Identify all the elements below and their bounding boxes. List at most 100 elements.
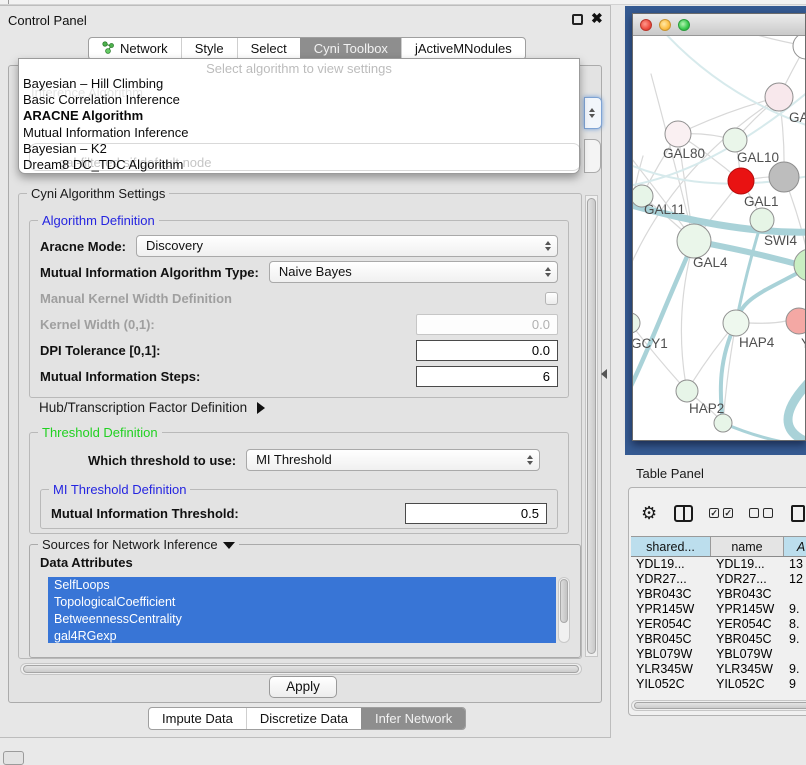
network-canvas[interactable]: GALGAL80GAL10GAL1SWI4GAL11GAL4GCY1HAP4YH… <box>633 36 805 440</box>
column-header-clipped[interactable]: A <box>784 537 806 556</box>
table-row[interactable]: YDR27...YDR27...12 <box>631 572 806 587</box>
mi-threshold-field[interactable]: 0.5 <box>405 503 547 524</box>
split-pane-icon[interactable] <box>674 505 693 522</box>
table-cell: 9. <box>784 602 806 617</box>
network-selector-combo-fragment[interactable] <box>584 139 601 173</box>
aracne-mode-combo[interactable]: Discovery <box>136 235 558 257</box>
algorithm-option[interactable]: Bayesian – Hill Climbing <box>19 76 579 92</box>
collapse-arrow-icon[interactable] <box>223 542 235 549</box>
table-row[interactable]: YBR043CYBR043C <box>631 587 806 602</box>
mi-type-combo[interactable]: Naive Bayes <box>269 261 558 283</box>
dpi-tolerance-field[interactable]: 0.0 <box>416 340 558 361</box>
network-node[interactable] <box>750 208 774 232</box>
table-horizontal-scrollbar[interactable] <box>631 700 806 711</box>
deselect-all-icon[interactable] <box>749 508 773 518</box>
attribute-item[interactable]: TopologicalCoefficient <box>48 594 556 611</box>
table-cell: 13 <box>784 557 806 572</box>
settings-horizontal-scrollbar[interactable] <box>20 663 582 675</box>
table-cell: YIL052C <box>711 677 784 692</box>
hub-factor-expander[interactable]: Hub/Transcription Factor Definition <box>39 400 265 415</box>
settings-hscroll-thumb[interactable] <box>23 665 579 673</box>
network-node[interactable] <box>728 168 754 194</box>
table-row[interactable]: YDL19...YDL19...13 <box>631 557 806 572</box>
kernel-width-field[interactable]: 0.0 <box>416 314 558 335</box>
network-window-titlebar[interactable] <box>633 14 805 36</box>
node-table: shared... name A YDL19...YDL19...13YDR27… <box>631 536 806 696</box>
tab-style[interactable]: Style <box>181 38 237 59</box>
column-header-name[interactable]: name <box>711 537 784 556</box>
algorithm-option[interactable]: Dream8 DC_TDC Algorithm <box>19 157 579 173</box>
partial-bottom-button[interactable] <box>3 751 24 765</box>
table-row[interactable]: YER054CYER054C8. <box>631 617 806 632</box>
zoom-traffic-light-icon[interactable] <box>678 19 690 31</box>
close-icon[interactable]: ✖ <box>591 10 603 27</box>
network-node[interactable] <box>723 128 747 152</box>
algorithm-option[interactable]: Mutual Information Inference <box>19 125 579 141</box>
algorithm-option[interactable]: ARACNE Algorithm <box>19 108 579 124</box>
tab-impute-data[interactable]: Impute Data <box>149 708 246 729</box>
tab-discretize-data[interactable]: Discretize Data <box>246 708 361 729</box>
network-node[interactable] <box>765 83 793 111</box>
column-header-shared[interactable]: shared... <box>631 537 711 556</box>
network-node[interactable] <box>665 121 691 147</box>
tab-jactivemnodules[interactable]: jActiveMNodules <box>401 38 525 59</box>
table-cell: YBR045C <box>631 632 711 647</box>
unchecked-box-icon <box>763 508 773 518</box>
splitter-collapse-icon[interactable] <box>601 369 607 379</box>
network-node[interactable] <box>677 224 711 258</box>
settings-vertical-scrollbar[interactable] <box>585 195 598 657</box>
network-node[interactable] <box>769 162 799 192</box>
tab-infer-network[interactable]: Infer Network <box>361 708 465 729</box>
table-cell: 9. <box>784 662 806 677</box>
network-node[interactable] <box>723 310 749 336</box>
close-traffic-light-icon[interactable] <box>640 19 652 31</box>
minimize-traffic-light-icon[interactable] <box>659 19 671 31</box>
network-node[interactable] <box>676 380 698 402</box>
node-label: GAL80 <box>663 146 705 161</box>
attribute-item[interactable]: BetweennessCentrality <box>48 611 556 628</box>
which-threshold-combo[interactable]: MI Threshold <box>246 449 540 471</box>
table-row[interactable]: YLR345WYLR345W9. <box>631 662 806 677</box>
algorithm-dropdown-list: Bayesian – Hill ClimbingBasic Correlatio… <box>19 76 579 173</box>
settings-vscroll-thumb[interactable] <box>587 198 596 654</box>
table-cell: YBR043C <box>711 587 784 602</box>
table-row[interactable]: YBL079WYBL079W <box>631 647 806 662</box>
tab-network[interactable]: Network <box>89 38 181 59</box>
inference-algorithm-combo-fragment[interactable] <box>584 97 602 129</box>
algorithm-option[interactable]: Bayesian – K2 <box>19 141 579 157</box>
table-row[interactable]: YIL052CYIL052C9 <box>631 677 806 692</box>
data-attributes-label: Data Attributes <box>40 555 133 570</box>
manual-kernel-checkbox[interactable] <box>545 292 558 305</box>
algorithm-definition-title: Algorithm Definition <box>38 213 159 228</box>
apply-button[interactable]: Apply <box>269 676 337 698</box>
network-node[interactable] <box>714 414 732 432</box>
data-attributes-list[interactable]: SelfLoopsTopologicalCoefficientBetweenne… <box>48 577 556 643</box>
algorithm-option[interactable]: Basic Correlation Inference <box>19 92 579 108</box>
table-row[interactable]: YPR145WYPR145W9. <box>631 602 806 617</box>
attributes-scrollbar[interactable] <box>558 577 570 643</box>
table-cell: YPR145W <box>631 602 711 617</box>
table-cell: 9. <box>784 632 806 647</box>
attribute-item[interactable]: SelfLoops <box>48 577 556 594</box>
document-icon[interactable] <box>791 505 805 522</box>
tab-select[interactable]: Select <box>237 38 300 59</box>
select-all-icon[interactable]: ✓✓ <box>709 508 733 518</box>
tab-cyni-toolbox[interactable]: Cyni Toolbox <box>300 38 401 59</box>
table-row[interactable]: YBR045CYBR045C9. <box>631 632 806 647</box>
network-node[interactable] <box>793 36 805 59</box>
network-edge <box>749 321 786 323</box>
settings-group-title: Cyni Algorithm Settings <box>27 186 169 201</box>
attributes-scrollbar-thumb[interactable] <box>560 579 568 623</box>
mi-steps-field[interactable]: 6 <box>416 366 558 387</box>
node-label: GAL1 <box>744 194 779 209</box>
float-window-icon[interactable] <box>572 14 583 25</box>
gear-icon[interactable]: ⚙ <box>641 502 657 524</box>
network-view-window[interactable]: GALGAL80GAL10GAL1SWI4GAL11GAL4GCY1HAP4YH… <box>632 13 806 441</box>
attribute-item[interactable]: gal4RGexp <box>48 628 556 643</box>
network-graph-icon <box>102 41 115 57</box>
network-node[interactable] <box>786 308 805 334</box>
algorithm-dropdown-popup: Inference Algorithm gal-filtered sif def… <box>18 58 580 174</box>
table-hscroll-thumb[interactable] <box>634 702 806 709</box>
tab-jactivemnodules-label: jActiveMNodules <box>415 41 512 56</box>
network-node[interactable] <box>633 313 640 333</box>
